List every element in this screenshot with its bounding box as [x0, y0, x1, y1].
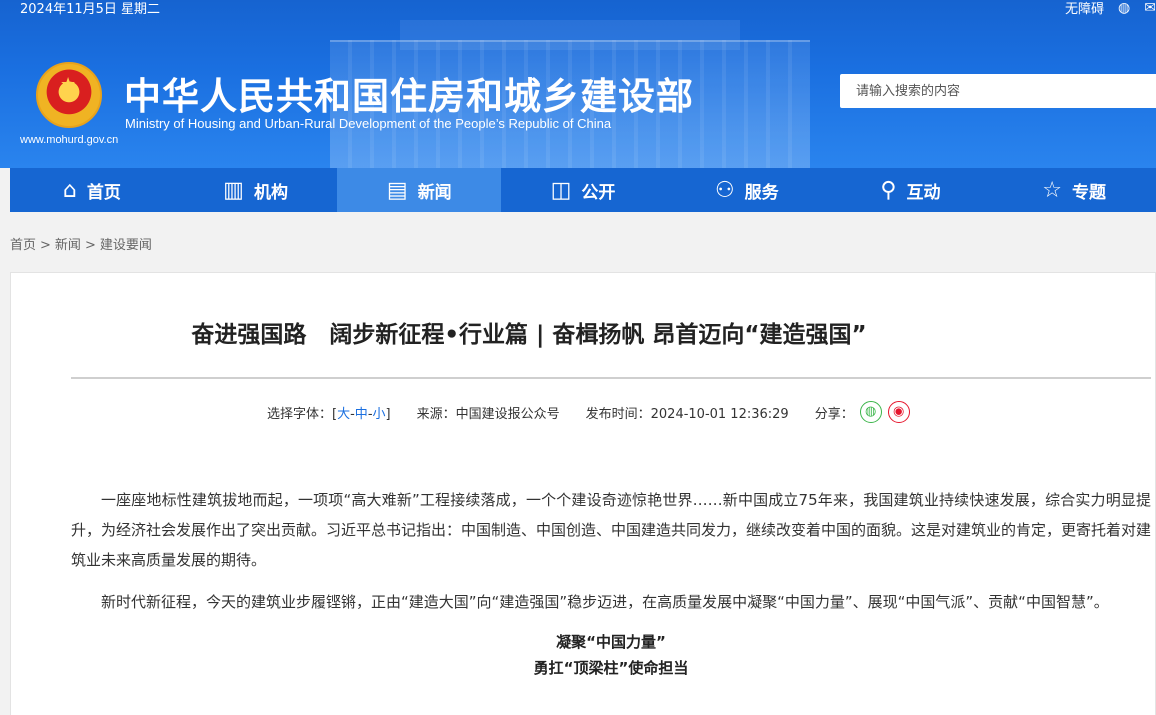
site-title[interactable]: 中华人民共和国住房和城乡建设部: [124, 66, 694, 120]
nav-home[interactable]: ⌂ 首页: [10, 168, 174, 212]
national-emblem-logo: [36, 62, 102, 128]
nav-service[interactable]: ⚇ 服务: [665, 168, 829, 212]
nav-news-label: 新闻: [417, 182, 452, 203]
breadcrumb-home[interactable]: 首页: [10, 238, 36, 253]
search-input[interactable]: [840, 74, 1156, 108]
topic-icon: ☆: [1042, 177, 1063, 203]
article-body: 一座座地标性建筑拔地而起，一项项“高大难新”工程接续落成，一个个建设奇迹惊艳世界…: [71, 485, 1151, 681]
breadcrumb-construction-news[interactable]: 建设要闻: [100, 238, 152, 253]
article-source: 来源：中国建设报公众号: [416, 406, 560, 422]
breadcrumb-news[interactable]: 新闻: [55, 238, 81, 253]
font-size-label: 选择字体：[: [267, 406, 338, 422]
wechat-share-icon[interactable]: ◍: [859, 401, 882, 423]
site-header: 2024年11月5日 星期二 无障碍 ◍ ✉ 中华人民共和国住房和城乡建设部 M…: [0, 0, 1156, 168]
nav-organization-label: 机构: [253, 182, 288, 203]
interact-icon: ⚲: [880, 177, 897, 203]
weibo-share-icon[interactable]: ◉: [887, 401, 910, 423]
site-title-english: Ministry of Housing and Urban-Rural Deve…: [125, 116, 612, 131]
article-paragraph: 一座座地标性建筑拔地而起，一项项“高大难新”工程接续落成，一个个建设奇迹惊艳世界…: [71, 491, 1152, 569]
nav-topic-label: 专题: [1072, 182, 1107, 203]
breadcrumb-separator: >: [84, 238, 96, 253]
accessibility-link[interactable]: 无障碍: [1065, 0, 1104, 17]
search-box: [840, 74, 1156, 108]
wechat-icon[interactable]: ◍: [1118, 0, 1130, 16]
current-date: 2024年11月5日 星期二: [20, 2, 161, 17]
topbar-tools: 无障碍 ◍ ✉: [1065, 0, 1156, 17]
nav-open[interactable]: ◫ 公开: [501, 168, 665, 212]
home-icon: ⌂: [62, 177, 77, 203]
nav-topic[interactable]: ☆ 专题: [992, 168, 1156, 212]
site-url: www.mohurd.gov.cn: [20, 134, 119, 146]
main-nav: ⌂ 首页 ▥ 机构 ▤ 新闻 ◫ 公开 ⚇ 服务 ⚲ 互动 ☆ 专题: [10, 168, 1156, 212]
breadcrumb-separator: >: [40, 238, 51, 253]
building-icon: ▥: [223, 177, 244, 203]
article-paragraph: 新时代新征程，今天的建筑业步履铿锵，正由“建造大国”向“建造强国”稳步迈进，在高…: [101, 593, 1109, 611]
nav-open-label: 公开: [581, 182, 616, 203]
nav-news[interactable]: ▤ 新闻: [337, 168, 502, 212]
open-icon: ◫: [550, 177, 572, 203]
mail-icon[interactable]: ✉: [1144, 0, 1156, 16]
nav-interact[interactable]: ⚲ 互动: [829, 168, 993, 212]
news-icon: ▤: [386, 177, 408, 203]
font-medium-link[interactable]: 中: [355, 407, 368, 422]
article-panel: 奋进强国路 阔步新征程•行业篇 | 奋楫扬帆 昂首迈向“建造强国” 选择字体：[…: [10, 272, 1156, 715]
font-large-link[interactable]: 大: [337, 407, 350, 422]
nav-service-label: 服务: [744, 182, 779, 203]
font-small-link[interactable]: 小: [373, 407, 386, 422]
nav-interact-label: 互动: [906, 182, 941, 203]
service-icon: ⚇: [714, 177, 735, 203]
font-size-close: ]: [385, 406, 391, 422]
nav-organization[interactable]: ▥ 机构: [174, 168, 338, 212]
article-publish-time: 发布时间：2024-10-01 12:36:29: [585, 406, 789, 422]
title-divider: [71, 377, 1151, 379]
section-subhead: 勇扛“顶梁柱”使命担当: [533, 659, 689, 677]
font-size-selector: 选择字体：[大-中-小]: [267, 406, 391, 422]
share-label: 分享：: [814, 406, 854, 422]
breadcrumb: 首页 > 新闻 > 建设要闻: [10, 234, 152, 253]
article-meta: 选择字体：[大-中-小] 来源：中国建设报公众号 发布时间：2024-10-01…: [267, 401, 910, 423]
nav-home-label: 首页: [86, 182, 121, 203]
section-subhead: 凝聚“中国力量”: [556, 633, 666, 651]
article-title: 奋进强国路 阔步新征程•行业篇 | 奋楫扬帆 昂首迈向“建造强国”: [191, 322, 867, 348]
